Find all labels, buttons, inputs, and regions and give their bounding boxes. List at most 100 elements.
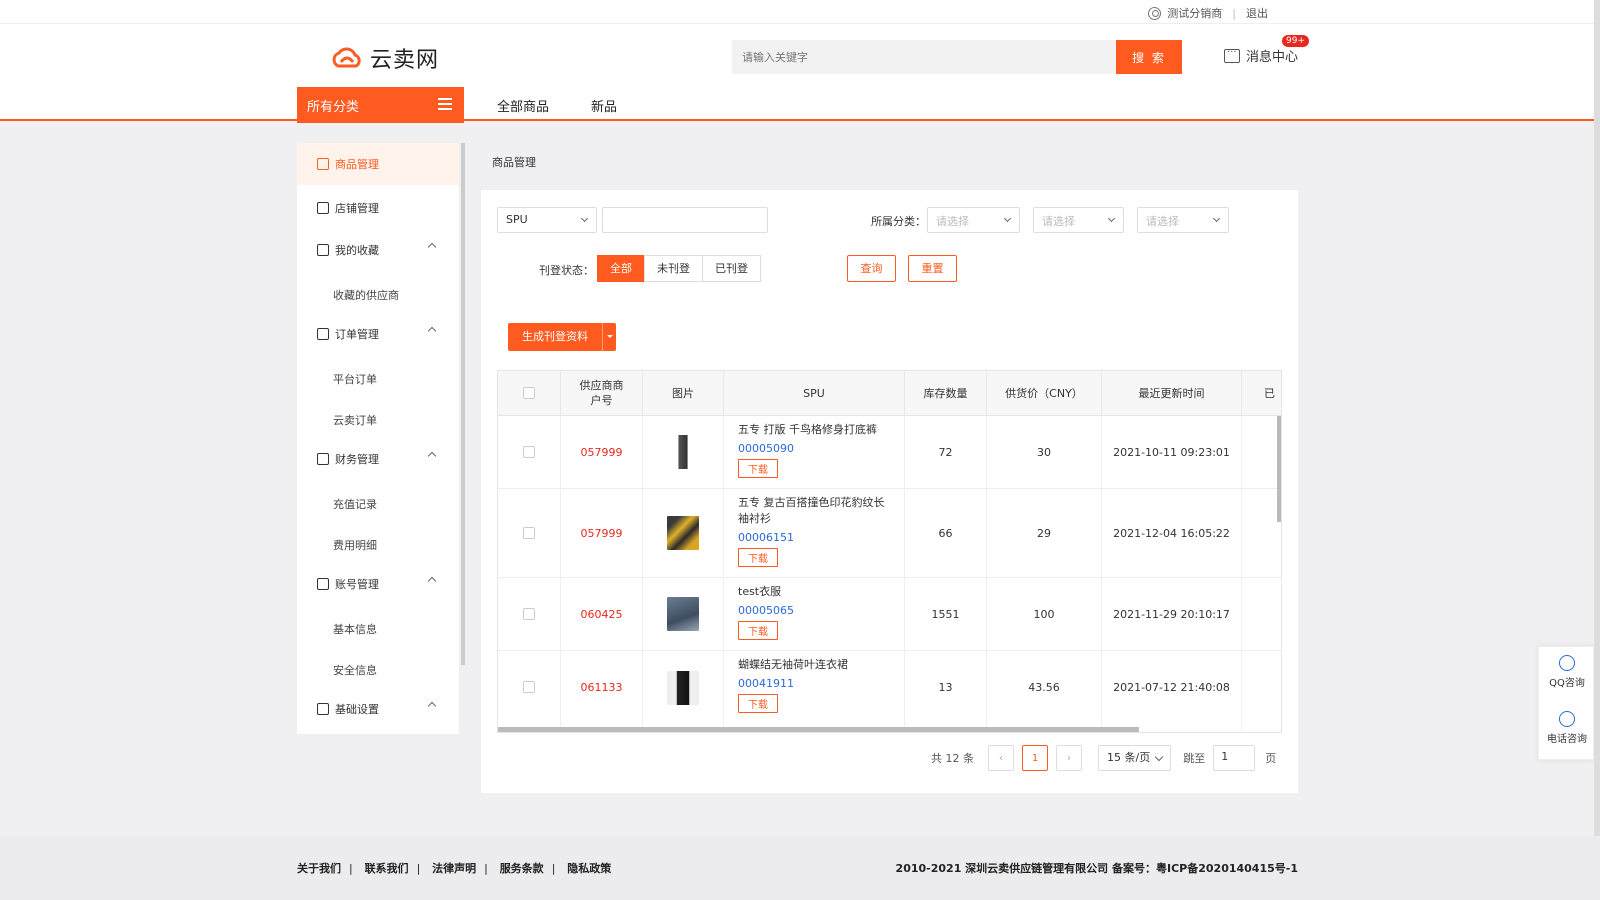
status-label: 刊登状态： xyxy=(539,264,594,277)
jump-input[interactable]: 1 xyxy=(1213,745,1256,771)
sidebar-sub-basic-info[interactable]: 基本信息 xyxy=(333,621,377,637)
main-nav: 全部商品 新品 xyxy=(497,96,617,115)
page-size-select[interactable]: 15 条/页 xyxy=(1098,745,1172,771)
chevron-up-icon xyxy=(427,701,437,711)
product-image[interactable] xyxy=(667,435,699,469)
table-row: 057999 五专 打版 千鸟格修身打底裤 00005090 下载 72 30 … xyxy=(498,416,1281,489)
prev-page-button[interactable]: ‹ xyxy=(988,745,1014,771)
footer-link-contact[interactable]: 联系我们 xyxy=(365,862,409,875)
spu-info: 蝴蝶结无袖荷叶连衣裙 00041911 下载 xyxy=(724,651,905,732)
goods-table: 供应商商户号 图片 SPU 库存数量 供货价（CNY） 最近更新时间 已 057… xyxy=(497,370,1282,733)
sidebar-item-account[interactable]: 账号管理 xyxy=(297,563,459,605)
chevron-down-icon xyxy=(1107,214,1116,223)
table-vertical-scrollbar[interactable] xyxy=(1277,416,1281,522)
search-bar: 搜 索 xyxy=(732,40,1182,74)
site-logo[interactable]: 云卖网 xyxy=(330,42,439,74)
stock-qty: 13 xyxy=(905,651,987,732)
category-select-3[interactable]: 请选择 xyxy=(1137,207,1229,233)
all-categories-button[interactable]: 所有分类 xyxy=(297,87,464,123)
qq-icon xyxy=(1559,655,1575,671)
sidebar-item-shop[interactable]: 店铺管理 xyxy=(297,187,459,229)
chevron-up-icon xyxy=(427,242,437,252)
updated-time: 2021-12-04 16:05:22 xyxy=(1102,489,1242,577)
chevron-up-icon xyxy=(427,576,437,586)
sidebar-item-favorites[interactable]: 我的收藏 xyxy=(297,229,459,271)
logout-link[interactable]: 退出 xyxy=(1246,5,1268,21)
col-supplier: 供应商商户号 xyxy=(561,371,643,416)
sidebar-sub-security-info[interactable]: 安全信息 xyxy=(333,662,377,678)
sidebar-item-settings[interactable]: 基础设置 xyxy=(297,688,459,730)
sidebar-sub-yunmai-orders[interactable]: 云卖订单 xyxy=(333,412,377,428)
spu-code-link[interactable]: 00006151 xyxy=(738,531,890,544)
sidebar-item-label: 我的收藏 xyxy=(335,244,379,257)
reset-button[interactable]: 重置 xyxy=(908,255,957,282)
spu-code-link[interactable]: 00005090 xyxy=(738,442,890,455)
next-page-button[interactable]: › xyxy=(1056,745,1082,771)
sidebar-item-finance[interactable]: 财务管理 xyxy=(297,438,459,480)
nav-new[interactable]: 新品 xyxy=(591,96,617,115)
all-categories-label: 所有分类 xyxy=(307,100,360,115)
updated-time: 2021-07-12 21:40:08 xyxy=(1102,651,1242,732)
category-select-1[interactable]: 请选择 xyxy=(927,207,1020,233)
nav-all-goods[interactable]: 全部商品 xyxy=(497,96,549,115)
footer-link-legal[interactable]: 法律声明 xyxy=(432,862,476,875)
row-checkbox[interactable] xyxy=(523,527,535,539)
sidebar-item-goods[interactable]: 商品管理 xyxy=(297,143,459,185)
footer-link-terms[interactable]: 服务条款 xyxy=(500,862,544,875)
goods-panel: SPU 所属分类： 请选择 请选择 请选择 刊登状态： 全部 未刊登 已刊登 查… xyxy=(481,190,1298,793)
search-button[interactable]: 搜 索 xyxy=(1116,40,1182,74)
select-all-checkbox[interactable] xyxy=(523,387,535,399)
query-button[interactable]: 查询 xyxy=(847,255,896,282)
row-checkbox[interactable] xyxy=(523,446,535,458)
category-select-2[interactable]: 请选择 xyxy=(1033,207,1124,233)
spu-info: 五专 复古百搭撞色印花豹纹长袖衬衫 00006151 下载 xyxy=(724,489,905,577)
download-button[interactable]: 下载 xyxy=(738,621,778,640)
qq-consult-button[interactable]: QQ咨询 xyxy=(1539,655,1595,689)
spu-code-link[interactable]: 00005065 xyxy=(738,604,890,617)
product-name: 蝴蝶结无袖荷叶连衣裙 xyxy=(738,658,848,671)
message-center-label: 消息中心 xyxy=(1246,50,1299,65)
status-listed[interactable]: 已刊登 xyxy=(702,255,761,282)
row-checkbox[interactable] xyxy=(523,681,535,693)
row-checkbox[interactable] xyxy=(523,608,535,620)
product-image[interactable] xyxy=(667,597,699,631)
caret-down-icon[interactable] xyxy=(602,323,616,351)
page-number[interactable]: 1 xyxy=(1022,745,1048,771)
shop-icon xyxy=(317,202,329,214)
page-title: 商品管理 xyxy=(492,156,536,169)
sidebar-sub-fav-suppliers[interactable]: 收藏的供应商 xyxy=(333,287,399,303)
field-select[interactable]: SPU xyxy=(497,207,597,233)
sidebar-scrollbar[interactable] xyxy=(461,143,465,665)
footer-link-privacy[interactable]: 隐私政策 xyxy=(567,862,611,875)
sidebar-item-orders[interactable]: 订单管理 xyxy=(297,313,459,355)
sidebar-sub-platform-orders[interactable]: 平台订单 xyxy=(333,371,377,387)
status-all[interactable]: 全部 xyxy=(597,255,645,282)
status-segment: 全部 未刊登 已刊登 xyxy=(597,255,761,282)
product-image[interactable] xyxy=(667,516,699,550)
keyword-input[interactable] xyxy=(602,207,768,233)
sidebar-sub-fees[interactable]: 费用明细 xyxy=(333,537,377,553)
supply-price: 100 xyxy=(987,578,1102,650)
qq-consult-label: QQ咨询 xyxy=(1549,678,1585,689)
footer-copyright: 2010-2021 深圳云卖供应链管理有限公司 备案号：粤ICP备2020140… xyxy=(895,862,1298,875)
download-button[interactable]: 下载 xyxy=(738,548,778,567)
footer-link-about[interactable]: 关于我们 xyxy=(297,862,341,875)
phone-consult-button[interactable]: 电话咨询 xyxy=(1539,711,1595,745)
download-button[interactable]: 下载 xyxy=(738,459,778,478)
sidebar-sub-recharge[interactable]: 充值记录 xyxy=(333,496,377,512)
search-input[interactable] xyxy=(732,40,1116,74)
category-select-placeholder: 请选择 xyxy=(1146,215,1179,228)
page-scrollbar[interactable] xyxy=(1594,0,1600,900)
generate-listing-button[interactable]: 生成刊登资料 xyxy=(508,323,616,351)
supply-price: 43.56 xyxy=(987,651,1102,732)
col-updated: 最近更新时间 xyxy=(1102,371,1242,416)
product-image[interactable] xyxy=(667,671,699,705)
message-center[interactable]: 消息中心 xyxy=(1224,44,1299,65)
spu-code-link[interactable]: 00041911 xyxy=(738,677,890,690)
status-unlisted[interactable]: 未刊登 xyxy=(644,255,703,282)
table-horizontal-scrollbar[interactable] xyxy=(498,727,1139,732)
user-name-link[interactable]: 测试分销商 xyxy=(1167,5,1222,21)
download-button[interactable]: 下载 xyxy=(738,694,778,713)
supplier-id: 061133 xyxy=(561,651,643,732)
table-row: 060425 test衣服 00005065 下载 1551 100 2021-… xyxy=(498,578,1281,651)
